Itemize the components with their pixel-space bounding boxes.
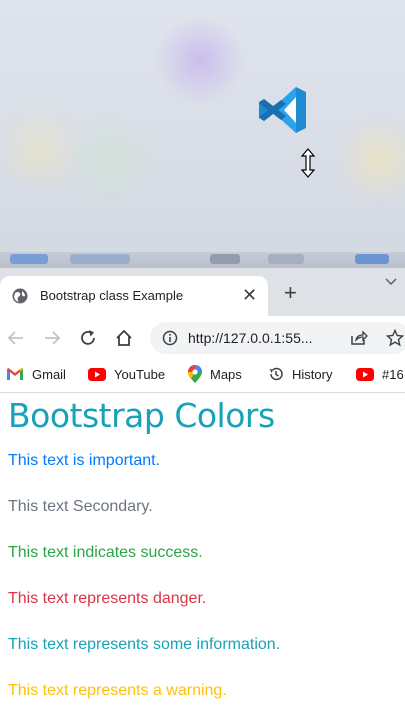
text-primary: This text is important. [8,452,161,469]
taskbar-item[interactable] [70,254,130,264]
address-bar[interactable]: http://127.0.0.1:55... [150,322,405,354]
browser-window: Bootstrap class Example ✕ + http://127.0… [0,268,405,720]
resize-cursor-icon [300,148,316,178]
url-text: http://127.0.0.1:55... [188,330,313,346]
page-divider [0,392,405,393]
bookmark-label: #16 [382,366,404,382]
taskbar-item[interactable] [268,254,304,264]
taskbar-item[interactable] [355,254,389,264]
active-tab[interactable]: Bootstrap class Example ✕ [0,276,268,316]
tab-title: Bootstrap class Example [40,288,184,303]
forward-icon[interactable] [42,328,62,348]
text-success: This text indicates success. [8,544,203,561]
info-icon[interactable] [162,330,178,346]
text-danger: This text represents danger. [8,590,207,607]
taskbar-item[interactable] [10,254,48,264]
text-secondary: This text Secondary. [8,498,153,515]
youtube-icon [356,367,374,381]
chevron-down-icon[interactable] [384,276,398,286]
bookmark-history[interactable]: History [268,364,332,384]
bookmark-maps[interactable]: Maps [188,364,242,384]
tab-strip: Bootstrap class Example ✕ + [0,268,405,316]
bookmark-star-icon[interactable] [386,329,404,347]
back-icon[interactable] [6,328,26,348]
history-icon [269,367,283,381]
reload-icon[interactable] [78,328,98,348]
globe-icon [12,288,28,304]
maps-icon [188,365,202,383]
browser-toolbar: http://127.0.0.1:55... [0,316,405,360]
new-tab-button[interactable]: + [284,282,297,304]
taskbar-item[interactable] [210,254,240,264]
text-info: This text represents some information. [8,636,281,653]
text-warning: This text represents a warning. [8,682,227,699]
bookmarks-bar: Gmail YouTube Maps History #16 [0,360,405,388]
bookmark-label: YouTube [114,366,166,382]
bookmark-label: Gmail [32,366,66,382]
page-content: Bootstrap Colors This text is important.… [8,396,405,699]
page-heading: Bootstrap Colors [8,396,275,435]
home-icon[interactable] [114,328,134,348]
youtube-icon [88,367,106,381]
bookmark-youtube[interactable]: YouTube [88,364,165,384]
desktop-background [0,0,405,262]
bookmark-youtube-16[interactable]: #16 [356,364,404,384]
gmail-icon [7,368,23,380]
share-icon[interactable] [350,330,368,346]
vscode-icon[interactable] [256,83,310,137]
taskbar [0,252,405,268]
close-tab-icon[interactable]: ✕ [242,285,257,306]
bookmark-label: History [292,366,333,382]
bookmark-gmail[interactable]: Gmail [6,364,66,384]
bookmark-label: Maps [210,366,242,382]
